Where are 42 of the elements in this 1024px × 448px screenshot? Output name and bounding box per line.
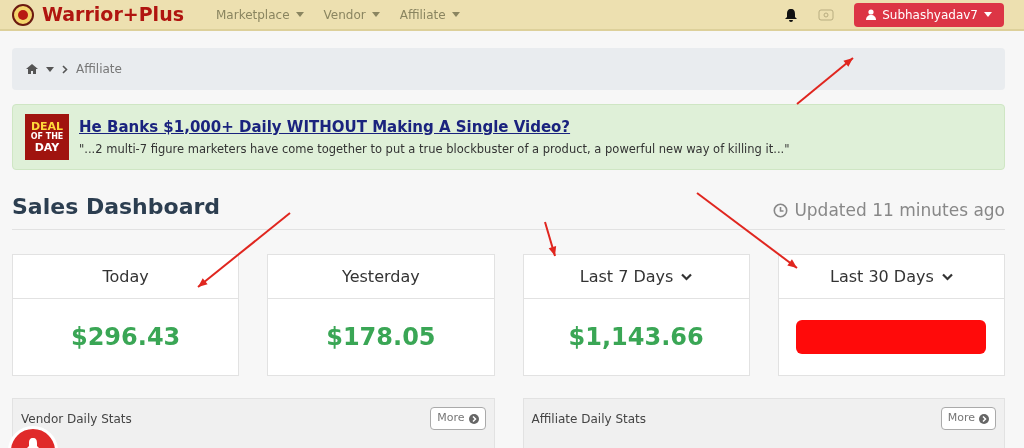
panel-title: Vendor Daily Stats — [21, 410, 132, 428]
nav-menu-item[interactable]: Marketplace — [216, 5, 304, 24]
card-title[interactable]: Last 30 Days — [829, 264, 934, 289]
arrow-circle-icon — [468, 413, 479, 424]
card-value: $178.05 — [326, 322, 436, 353]
card-value: $296.43 — [70, 322, 181, 353]
nav-menu-item[interactable]: Vendor — [323, 5, 380, 24]
bell-icon[interactable] — [784, 7, 799, 22]
user-icon — [866, 9, 877, 20]
nav-menu-item[interactable]: Affiliate — [399, 5, 460, 24]
chevron-down-icon[interactable] — [681, 272, 693, 281]
chevron-down-icon[interactable] — [941, 272, 953, 281]
deal-quote: "...2 multi-7 figure marketers have come together to put a true blockbuster of a product, a powerful new way of killing it..." — [79, 141, 790, 159]
more-button[interactable]: More — [430, 407, 486, 430]
caret-icon — [451, 12, 460, 17]
panel-title: Affiliate Daily Stats — [531, 410, 647, 428]
caret-icon — [371, 12, 380, 17]
caret-icon — [984, 12, 992, 17]
home-icon[interactable] — [26, 64, 38, 74]
updated-text: Updated 11 minutes ago — [794, 198, 1005, 222]
caret-icon — [295, 12, 304, 17]
deal-link[interactable]: He Banks $1,000+ Daily WITHOUT Making A Single Video? — [79, 115, 790, 139]
caret-icon — [46, 66, 54, 72]
breadcrumb-current: Affiliate — [76, 61, 122, 78]
bell-icon — [25, 437, 41, 448]
badge-text: OF THE — [30, 133, 64, 141]
card-title[interactable]: Last 7 Days — [579, 264, 674, 289]
annotation-arrow — [544, 221, 557, 257]
badge-text: DAY — [34, 142, 60, 153]
clock-icon — [773, 202, 789, 218]
card-title: Today — [102, 265, 149, 288]
chevron-icon — [62, 64, 68, 74]
more-button[interactable]: More — [940, 407, 996, 430]
brand-name[interactable]: Warrior+Plus — [42, 0, 184, 29]
arrow-circle-icon — [979, 413, 989, 424]
logo-icon — [12, 3, 34, 26]
page-heading: Sales Dashboard — [12, 193, 221, 221]
badge-text: DEAL — [30, 121, 64, 132]
annotation-arrow — [796, 57, 854, 105]
user-menu-button[interactable]: Subhashyadav7 — [854, 2, 1004, 27]
card-title: Yesterday — [342, 265, 420, 288]
card-value: $1,143.66 — [568, 322, 704, 353]
